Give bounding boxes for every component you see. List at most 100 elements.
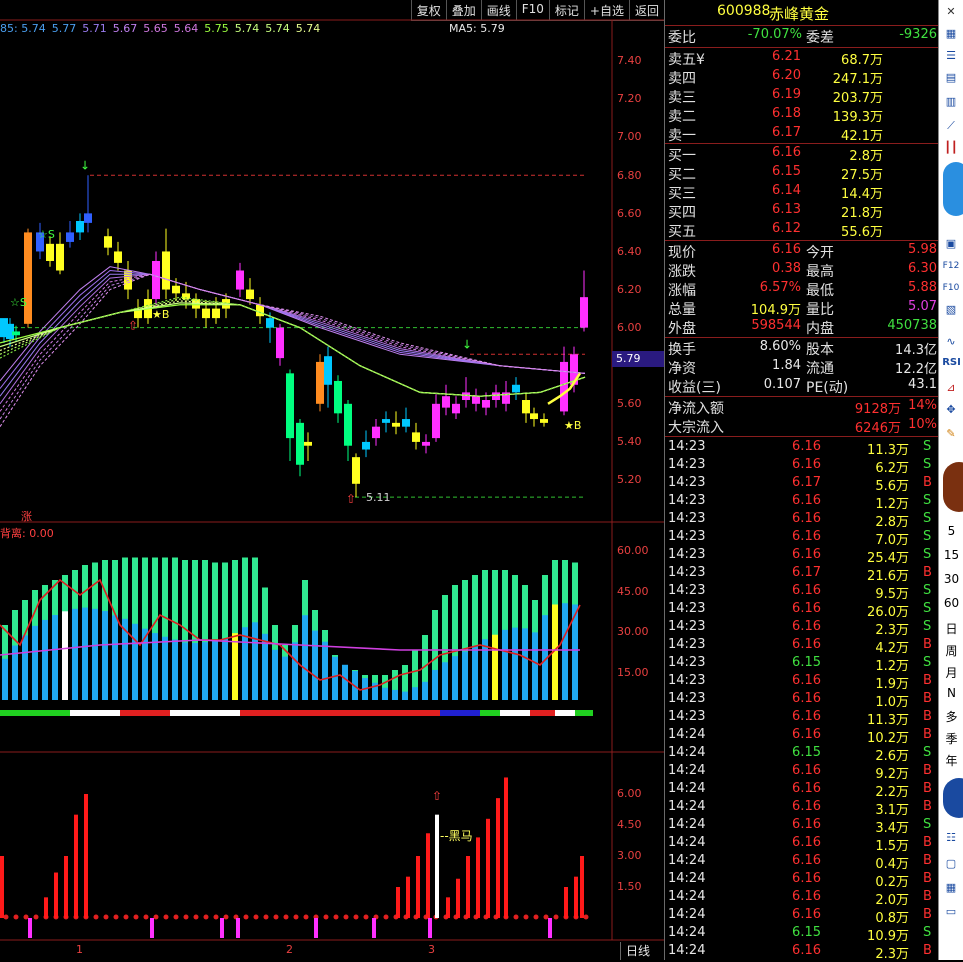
tick-row: 14:24 6.16 10.2万 B (665, 727, 939, 746)
signal-strip-segment (530, 710, 555, 716)
macd-sub-bar (472, 645, 478, 700)
tick-time: 14:23 (668, 565, 706, 580)
vol-bar (466, 856, 470, 918)
vol-bar (476, 837, 480, 918)
macd-sub-bar (82, 607, 88, 700)
promo-icon[interactable] (943, 462, 963, 512)
stats-value: 12.2亿 (895, 362, 937, 377)
wave-icon[interactable]: ∿ (942, 334, 960, 350)
vol-dot (113, 914, 119, 920)
ask-row: 卖二 6.18 139.3万 (665, 106, 939, 125)
cycle-button[interactable]: 多 (939, 708, 963, 725)
tick-time: 14:24 (668, 763, 706, 778)
ruler-icon[interactable]: ⊿ (942, 380, 960, 396)
ask-price: 6.19 (772, 87, 801, 102)
indicator-icon[interactable]: ▣ (942, 236, 960, 252)
layout-icon[interactable]: ▦ (942, 880, 960, 896)
tick-volume: 10.2万 (867, 731, 909, 746)
tick-volume: 9.5万 (875, 587, 909, 602)
chart-icon[interactable]: ▤ (942, 70, 960, 86)
quote-label: 外盘 (668, 321, 696, 337)
ask-label: 卖五¥ (668, 52, 705, 68)
quote-label: 总量 (668, 302, 696, 318)
vol-neg-bar (220, 918, 224, 938)
vol-dot (33, 914, 39, 920)
tick-row: 14:24 6.16 0.4万 B (665, 853, 939, 872)
vol-dot (283, 914, 289, 920)
candle-body (24, 232, 32, 324)
macd-sub-bar (502, 629, 508, 700)
tick-row: 14:24 6.15 2.6万 S (665, 745, 939, 764)
ask-label: 卖四 (668, 71, 696, 87)
bid-row: 买三 6.14 14.4万 (665, 183, 939, 202)
rsi-button[interactable]: RSI (939, 357, 963, 368)
more-icon[interactable]: ▭ (942, 904, 960, 920)
settings-icon[interactable]: ☷ (942, 830, 960, 846)
vol-tick-label: 4.50 (617, 818, 642, 831)
tick-side: S (923, 439, 932, 454)
macd-sub-bar (2, 658, 8, 700)
ma-ribbon-line (0, 266, 586, 382)
vol-neg-bar (372, 918, 376, 938)
chart-area[interactable]: 复权 叠加 画线 F10 标记 +自选 返回 85: 5.74 5.77 5.71 5.67 5.6… (0, 0, 668, 960)
period-button-15[interactable]: 15 (939, 548, 963, 562)
grid-icon[interactable]: ▦ (942, 26, 960, 42)
tick-side: S (923, 745, 932, 760)
cycle-button[interactable]: 月 (939, 664, 963, 681)
f10-icon[interactable]: F10 (942, 280, 960, 296)
quote-value: 6.16 (772, 242, 801, 257)
candle-body (236, 270, 244, 290)
cycle-button[interactable]: N (939, 686, 963, 700)
macd-sub-bar (112, 615, 118, 700)
cycle-button[interactable]: 年 (939, 752, 963, 769)
macd-sub-bar (202, 642, 208, 700)
period-button-5[interactable]: 5 (939, 524, 963, 538)
quote-value: 0.38 (772, 261, 801, 276)
tick-row: 14:24 6.16 2.3万 B (665, 943, 939, 962)
candle-body (286, 373, 294, 439)
vol-dot (383, 914, 389, 920)
tick-volume: 4.2万 (875, 641, 909, 656)
period-tab[interactable]: 日线 (620, 942, 670, 960)
stats-value: 0.107 (763, 377, 801, 392)
quote-value: 5.88 (908, 280, 937, 295)
cycle-button[interactable]: 日 (939, 620, 963, 637)
macd-sub-bar (302, 615, 308, 700)
bid-price: 6.14 (772, 183, 801, 198)
tick-side: S (923, 511, 932, 526)
ask-row: 卖五¥ 6.21 68.7万 (665, 49, 939, 68)
candle-body (66, 232, 74, 242)
close-icon[interactable]: ✕ (942, 4, 960, 20)
f12-icon[interactable]: F12 (942, 258, 960, 274)
candles-icon[interactable]: ┃┃ (942, 140, 960, 156)
tick-volume: 2.3万 (875, 947, 909, 962)
tick-time: 14:24 (668, 745, 706, 760)
stock-header: 600988 赤峰黄金 (665, 3, 939, 23)
ask-label: 卖二 (668, 109, 696, 125)
tick-volume: 2.8万 (875, 515, 909, 530)
table-icon[interactable]: ▥ (942, 94, 960, 110)
doc-icon[interactable]: ▧ (942, 302, 960, 318)
vol-neg-bar (150, 918, 154, 938)
window-icon[interactable]: ▢ (942, 856, 960, 872)
arrow-up-icon: ⇧ (128, 319, 138, 333)
candle-body (152, 260, 160, 300)
crosshair-icon[interactable]: ✥ (942, 402, 960, 418)
pencil-icon[interactable]: ✎ (942, 426, 960, 442)
stats-label: 流通 (806, 361, 834, 377)
period-button-60[interactable]: 60 (939, 596, 963, 610)
cycle-button[interactable]: 周 (939, 642, 963, 659)
user-avatar-icon[interactable] (943, 778, 963, 818)
line-chart-icon[interactable]: ⟋ (942, 118, 960, 134)
kline-chart[interactable]: ↓ ↓ ⇧ ⇧ ⇧ (0, 0, 664, 960)
vol-bar (456, 878, 460, 918)
app-logo-icon[interactable] (943, 162, 963, 216)
list-icon[interactable]: ☰ (942, 48, 960, 64)
tick-price: 6.16 (792, 583, 821, 598)
signal-strip-segment (575, 710, 593, 716)
macd-sub-bar (512, 627, 518, 700)
quote-row: 涨跌 0.38 最高 6.30 (665, 261, 939, 280)
period-button-30[interactable]: 30 (939, 572, 963, 586)
cycle-button[interactable]: 季 (939, 730, 963, 747)
tick-price: 6.16 (792, 673, 821, 688)
